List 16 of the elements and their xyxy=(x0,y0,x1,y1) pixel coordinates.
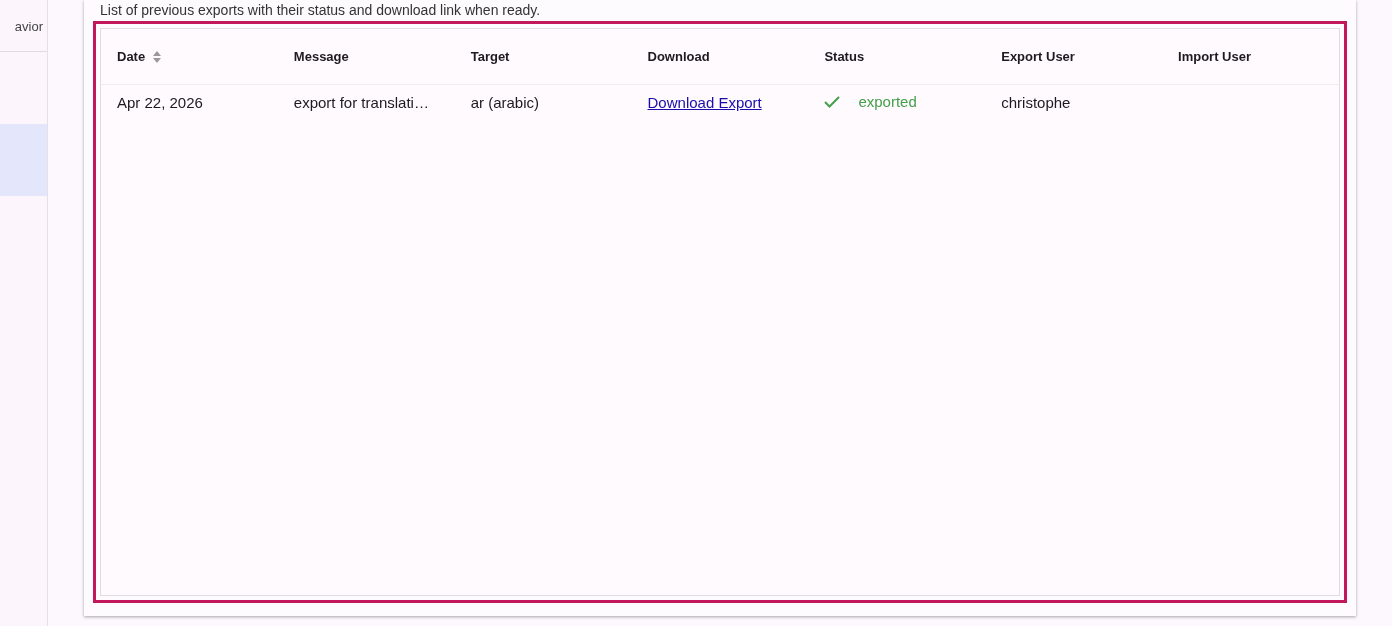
user-cell: christophe xyxy=(1001,93,1071,111)
column-header: Status xyxy=(824,49,865,64)
column-header: Import User xyxy=(1178,49,1252,64)
date-cell: Apr 22, 2026 xyxy=(117,93,203,111)
column-header: Message xyxy=(293,49,349,64)
sidebar-item[interactable]: avior xyxy=(0,0,47,52)
column-header: Download xyxy=(647,49,710,64)
sort-icon[interactable] xyxy=(153,50,162,63)
message-cell: export for translati… xyxy=(293,93,429,111)
column-header: Export User xyxy=(1001,49,1075,64)
target-cell: ar (arabic) xyxy=(470,93,540,111)
column-header[interactable]: Date xyxy=(117,49,146,64)
description-text: List of previous exports with their status and download link when ready. xyxy=(99,1,542,20)
status-text: exported xyxy=(858,93,917,111)
column-header: Target xyxy=(470,49,510,64)
download-link[interactable]: Download Export xyxy=(647,93,762,111)
